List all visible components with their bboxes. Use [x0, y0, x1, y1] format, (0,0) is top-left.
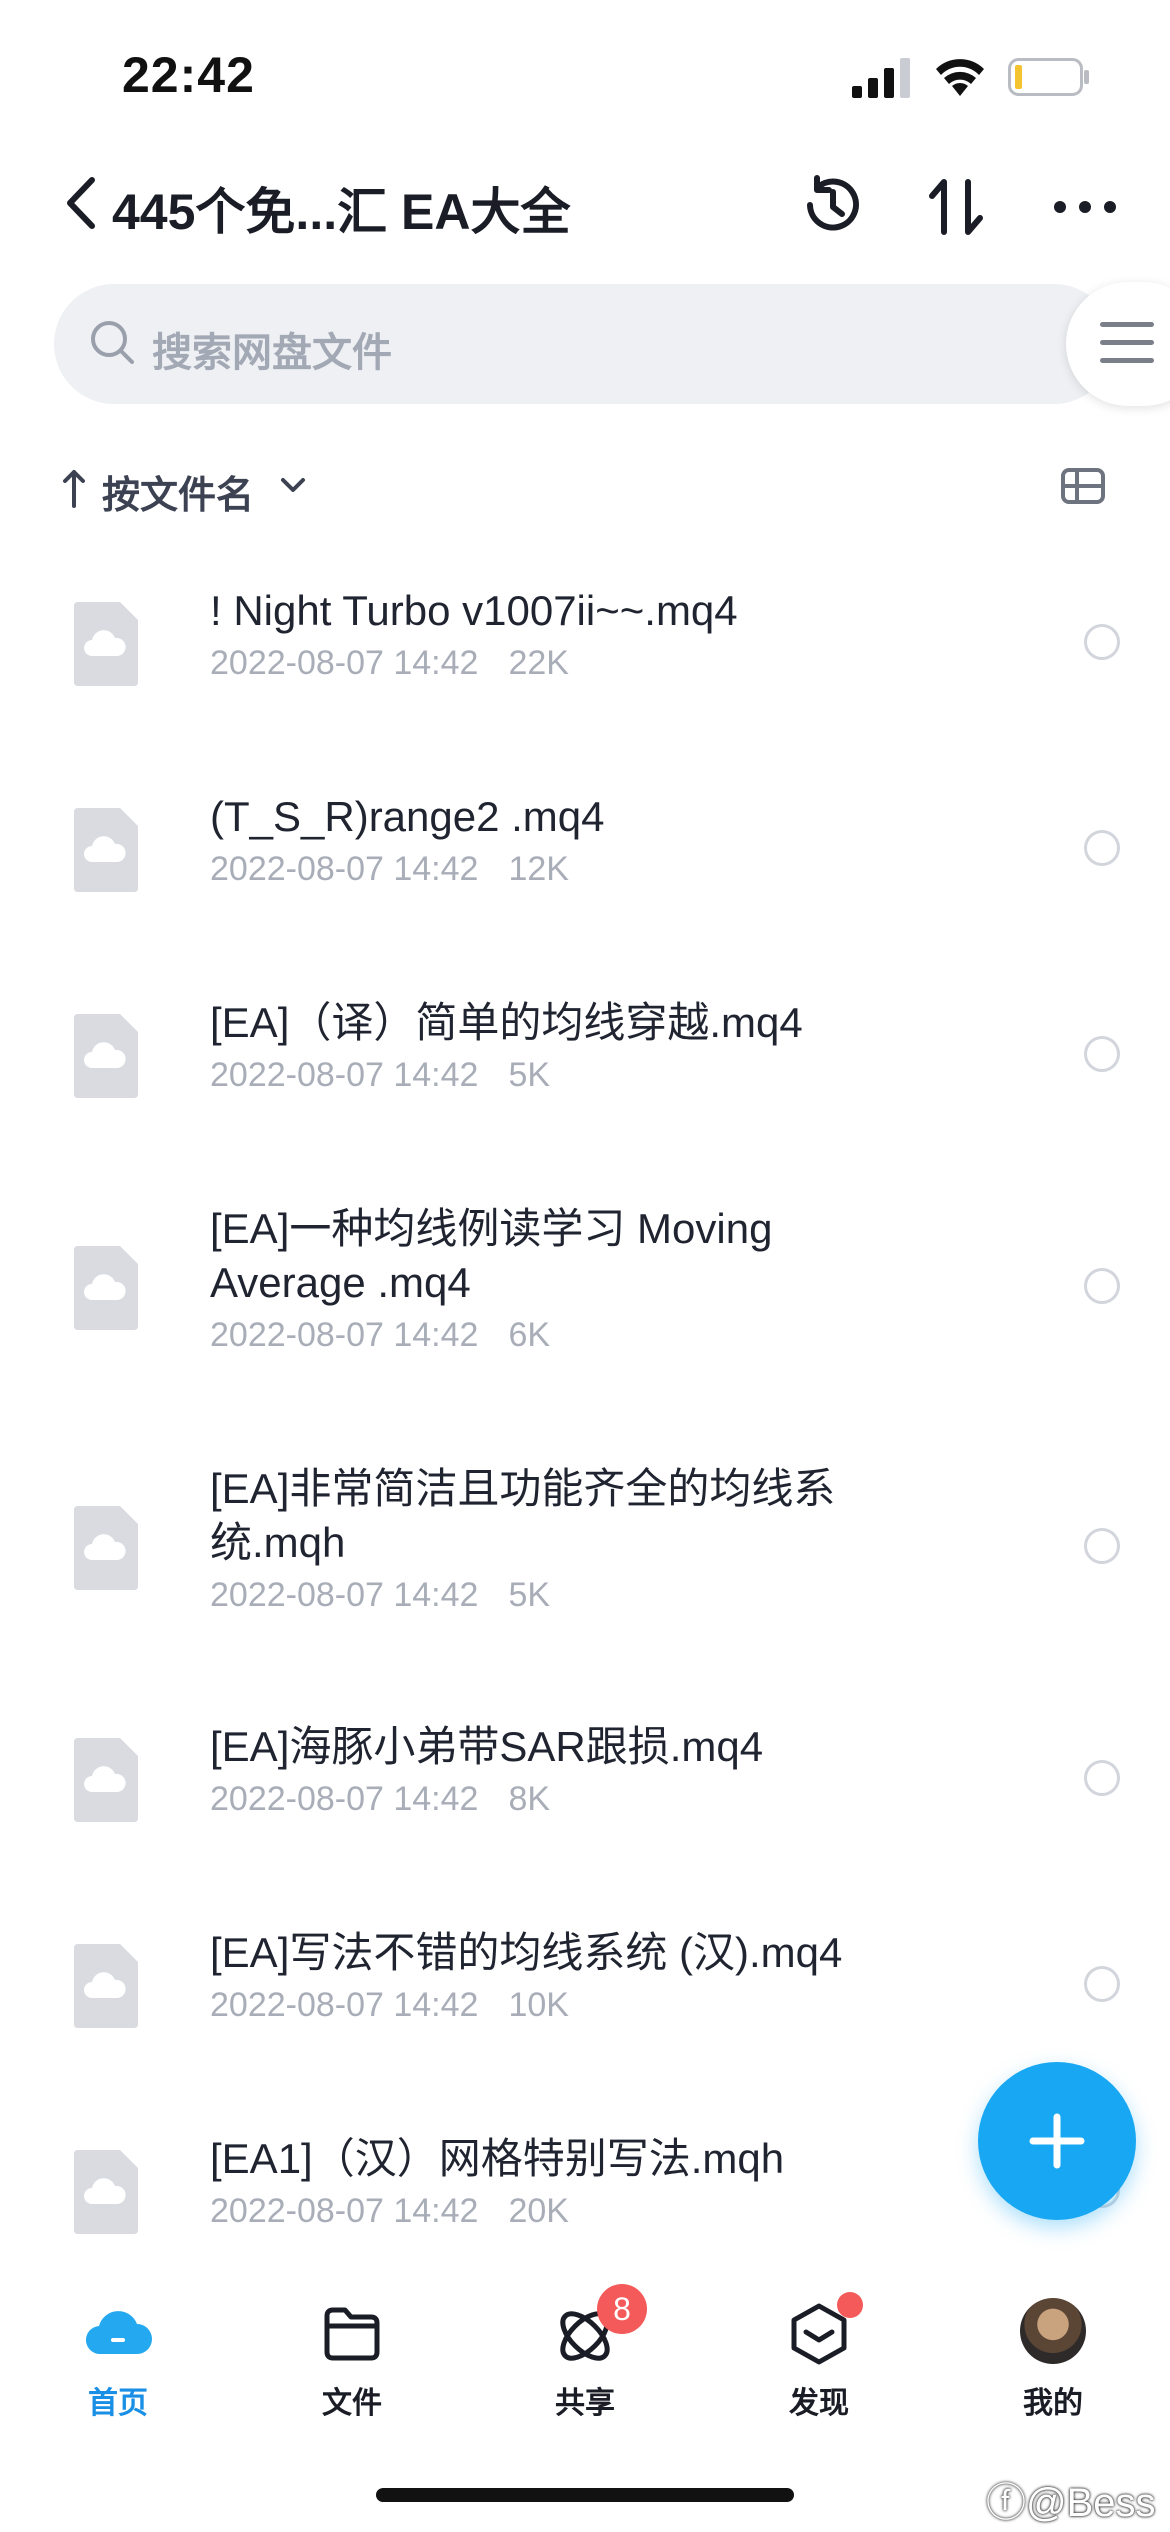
cloud-file-icon — [74, 1506, 138, 1590]
wifi-icon — [936, 59, 984, 96]
file-size: 5K — [508, 1576, 551, 1614]
sort-order-icon[interactable] — [922, 172, 992, 242]
cloud-file-icon — [74, 2150, 138, 2234]
file-date: 2022-08-07 14:42 — [210, 1576, 479, 1614]
file-name: (T_S_R)range2 .mq4 — [210, 793, 605, 840]
file-meta: 2022-08-07 14:42 5K — [210, 1056, 550, 1095]
file-size: 20K — [508, 2192, 569, 2230]
file-size: 6K — [508, 1316, 551, 1354]
file-name: [EA]一种均线例读学习 Moving Average .mq4 — [210, 1205, 773, 1306]
file-date: 2022-08-07 14:42 — [210, 1056, 479, 1094]
file-row[interactable]: (T_S_R)range2 .mq4 2022-08-07 14:42 12K — [0, 766, 1170, 972]
file-date: 2022-08-07 14:42 — [210, 2192, 479, 2230]
status-bar: 22:42 — [0, 0, 1170, 150]
file-meta: 2022-08-07 14:42 20K — [210, 2192, 569, 2231]
file-size: 8K — [508, 1780, 551, 1818]
file-size: 22K — [508, 644, 569, 682]
view-toggle-icon[interactable] — [1060, 466, 1106, 506]
file-size: 10K — [508, 1986, 569, 2024]
sort-by-name-button[interactable]: 按文件名 — [102, 464, 254, 519]
select-checkbox[interactable] — [1084, 624, 1120, 660]
tab-share[interactable]: 8 共享 — [515, 2284, 655, 2438]
file-name: [EA1]（汉）网格特别写法.mqh — [210, 2135, 785, 2182]
file-size: 12K — [508, 850, 569, 888]
file-meta: 2022-08-07 14:42 6K — [210, 1316, 550, 1355]
back-chevron-icon[interactable] — [62, 174, 102, 232]
file-date: 2022-08-07 14:42 — [210, 1316, 479, 1354]
watermark: ⓕ@Bess — [986, 2481, 1156, 2525]
file-date: 2022-08-07 14:42 — [210, 1986, 479, 2024]
signal-icon — [852, 58, 910, 98]
file-date: 2022-08-07 14:42 — [210, 644, 479, 682]
select-checkbox[interactable] — [1084, 1528, 1120, 1564]
cloud-file-icon — [74, 1246, 138, 1330]
file-row[interactable]: [EA]一种均线例读学习 Moving Average .mq4 2022-08-… — [0, 1178, 1170, 1438]
tab-share-label: 共享 — [555, 2387, 615, 2420]
folder-icon — [324, 2307, 380, 2361]
select-checkbox[interactable] — [1084, 830, 1120, 866]
file-name: [EA]海豚小弟带SAR跟损.mq4 — [210, 1723, 764, 1770]
file-date: 2022-08-07 14:42 — [210, 1780, 479, 1818]
navigation-header: 445个免...汇 EA大全 — [0, 150, 1170, 260]
search-input[interactable]: 搜索网盘文件 — [54, 284, 1114, 404]
chevron-down-icon[interactable] — [280, 476, 306, 496]
tab-home-label: 首页 — [88, 2387, 148, 2420]
sort-row: 按文件名 — [0, 440, 1170, 530]
tab-me[interactable]: 我的 — [983, 2298, 1123, 2438]
discover-dot-badge — [837, 2292, 863, 2318]
file-meta: 2022-08-07 14:42 10K — [210, 1986, 569, 2025]
select-checkbox[interactable] — [1084, 1268, 1120, 1304]
cloud-file-icon — [74, 1014, 138, 1098]
select-checkbox[interactable] — [1084, 1036, 1120, 1072]
search-placeholder: 搜索网盘文件 — [152, 331, 392, 375]
history-icon[interactable] — [798, 170, 868, 240]
cloud-file-icon — [74, 1944, 138, 2028]
select-checkbox[interactable] — [1084, 1966, 1120, 2002]
arrow-up-icon — [63, 470, 85, 508]
cloud-file-icon — [74, 808, 138, 892]
share-badge: 8 — [597, 2284, 647, 2334]
avatar — [1020, 2298, 1086, 2364]
home-indicator — [376, 2488, 794, 2502]
tab-home[interactable]: 首页 — [48, 2298, 188, 2438]
file-meta: 2022-08-07 14:42 22K — [210, 644, 569, 683]
file-row[interactable]: [EA]（译）简单的均线穿越.mq4 2022-08-07 14:42 5K — [0, 972, 1170, 1178]
file-row[interactable]: ! Night Turbo v1007ii~~.mq4 2022-08-07 14… — [0, 560, 1170, 766]
file-size: 5K — [508, 1056, 551, 1094]
file-row[interactable]: [EA]写法不错的均线系统 (汉).mq4 2022-08-07 14:42 10K — [0, 1902, 1170, 2108]
file-name: [EA]（译）简单的均线穿越.mq4 — [210, 999, 803, 1046]
file-name: [EA]非常简洁且功能齐全的均线系统.mqh — [210, 1465, 836, 1566]
add-button[interactable] — [978, 2062, 1136, 2220]
hamburger-icon — [1100, 322, 1154, 363]
more-options-icon[interactable] — [1050, 172, 1120, 242]
folder-title: 445个免...汇 EA大全 — [112, 184, 571, 240]
file-meta: 2022-08-07 14:42 5K — [210, 1576, 550, 1615]
select-checkbox[interactable] — [1084, 1760, 1120, 1796]
cloud-home-icon — [85, 2311, 152, 2355]
battery-icon — [1008, 58, 1089, 96]
file-name: ! Night Turbo v1007ii~~.mq4 — [210, 587, 738, 634]
cloud-file-icon — [74, 602, 138, 686]
file-meta: 2022-08-07 14:42 8K — [210, 1780, 550, 1819]
tab-files[interactable]: 文件 — [282, 2298, 422, 2438]
file-row[interactable]: [EA]海豚小弟带SAR跟损.mq4 2022-08-07 14:42 8K — [0, 1696, 1170, 1902]
file-meta: 2022-08-07 14:42 12K — [210, 850, 569, 889]
status-time: 22:42 — [122, 47, 255, 103]
file-date: 2022-08-07 14:42 — [210, 850, 479, 888]
tab-discover-label: 发现 — [789, 2387, 849, 2420]
plus-icon — [1029, 2113, 1085, 2169]
file-name: [EA]写法不错的均线系统 (汉).mq4 — [210, 1929, 843, 1976]
file-row[interactable]: [EA]非常简洁且功能齐全的均线系统.mqh 2022-08-07 14:42 5K — [0, 1438, 1170, 1696]
search-icon — [91, 321, 134, 364]
tab-discover[interactable]: 发现 — [749, 2292, 889, 2438]
tab-me-label: 我的 — [1023, 2387, 1083, 2420]
cloud-file-icon — [74, 1738, 138, 1822]
tab-files-label: 文件 — [322, 2387, 382, 2420]
